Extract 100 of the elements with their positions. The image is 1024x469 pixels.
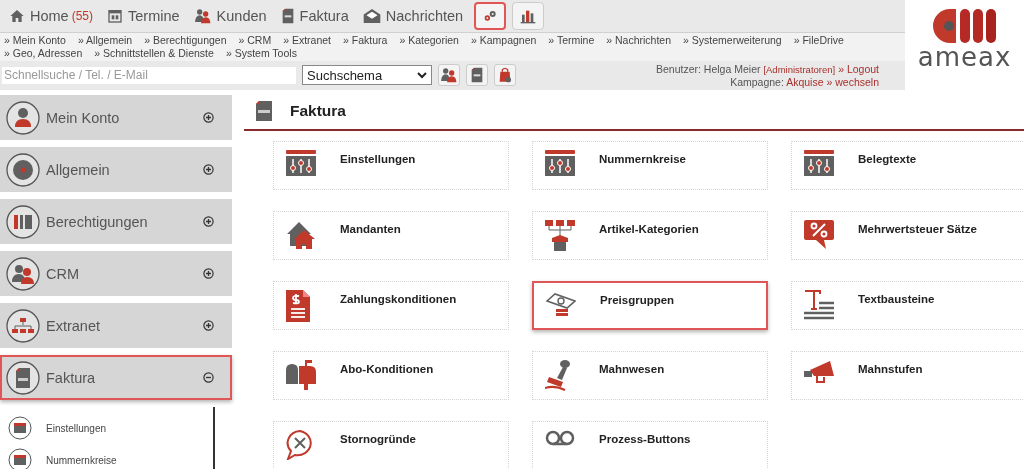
shop-button[interactable] [494, 64, 516, 86]
menu-tile[interactable]: Prozess-Buttons [532, 421, 768, 469]
collapse-icon[interactable] [203, 372, 214, 383]
nav-tab[interactable]: Nachrichten [357, 8, 469, 24]
sidebar-item[interactable]: CRM [0, 251, 232, 296]
menu-tile[interactable]: Mahnstufen [791, 351, 1024, 400]
tile-label: Stornogründe [340, 433, 417, 445]
cancel-bubble-icon [286, 430, 314, 460]
sidebar-label: Faktura [46, 369, 97, 386]
nav-link[interactable]: » Berechtigungen [144, 34, 227, 47]
tile-label: Preisgruppen [600, 294, 675, 306]
nav-link[interactable]: » Extranet [283, 34, 332, 47]
campaign-link[interactable]: Akquise [786, 75, 824, 88]
menu-tile[interactable]: Mandanten [273, 211, 509, 260]
tile-label: Abo-Konditionen [340, 363, 434, 375]
menu-tile[interactable]: Einstellungen [273, 141, 509, 190]
bar-chart-icon [520, 8, 537, 24]
menu-tile[interactable]: Mahnwesen [532, 351, 768, 400]
nav-link[interactable]: » FileDrive [793, 34, 844, 47]
nav-tab[interactable]: Kunden [188, 8, 272, 24]
money-icon [546, 291, 576, 319]
logout-link[interactable]: » Logout [838, 62, 879, 75]
sidebar-item[interactable]: Extranet [0, 303, 232, 348]
nav-link[interactable]: » Geo, Adressen [4, 47, 83, 60]
sidebar-item[interactable]: Allgemein [0, 147, 232, 192]
user-label: Benutzer: Helga Meier [656, 62, 761, 75]
nav-tab[interactable]: Faktura [275, 8, 354, 24]
nav-link[interactable]: » Allgemein [77, 34, 133, 47]
expand-icon[interactable] [203, 112, 214, 123]
scheme-dropdown[interactable]: Suchschema [302, 65, 432, 85]
nav-tab[interactable]: Termine [102, 8, 185, 24]
submenu-item[interactable]: Nummernkreise [8, 444, 213, 469]
sidebar-item[interactable]: Berechtigungen [0, 199, 232, 244]
menu-tile[interactable]: Mehrwertsteuer Sätze [791, 211, 1024, 260]
search-field[interactable]: Schnellsuche / Tel. / E-Mail [2, 66, 296, 84]
people-icon [440, 67, 458, 83]
expand-icon[interactable] [203, 268, 214, 279]
document-icon [256, 100, 272, 121]
nav-link[interactable]: » Kategorien [399, 34, 459, 47]
menu-tile[interactable]: Abo-Konditionen [273, 351, 509, 400]
nav-link[interactable]: » Kampagnen [470, 34, 537, 47]
expand-icon[interactable] [203, 320, 214, 331]
dollar-document-icon [286, 290, 310, 322]
toolbar-button[interactable] [512, 2, 545, 30]
nav-link[interactable]: » System Tools [225, 47, 297, 60]
chevron-icon [417, 71, 427, 79]
sliders-icon [804, 150, 834, 176]
menu-tile[interactable]: Preisgruppen [532, 281, 768, 330]
role-link[interactable]: [Administratoren] [763, 63, 836, 75]
sliders-icon [286, 150, 316, 176]
sidebar-item[interactable]: Faktura [0, 355, 232, 400]
bag-icon [498, 67, 512, 83]
stamp-icon [545, 360, 573, 392]
envelope-icon [362, 8, 381, 24]
nav-tab[interactable]: Home (55) [4, 8, 99, 24]
menu-tile[interactable]: Belegtexte [791, 141, 1024, 190]
submenu-item[interactable]: Einstellungen [8, 412, 213, 444]
tile-label: Artikel-Kategorien [599, 223, 699, 235]
switch-link[interactable]: » wechseln [826, 75, 879, 88]
calendar-icon [8, 416, 32, 440]
nav-link[interactable]: » Termine [548, 34, 595, 47]
menu-tile[interactable]: Zahlungskonditionen [273, 281, 509, 330]
tile-label: Belegtexte [858, 153, 917, 165]
nav-link[interactable]: » Schnittstellen & Dienste [94, 47, 214, 60]
nav-link[interactable]: » Systemerweiterung [683, 34, 782, 47]
text-lines-icon [804, 290, 834, 320]
expand-icon[interactable] [203, 216, 214, 227]
toolbar-button[interactable] [474, 2, 507, 30]
calendar-icon [107, 8, 124, 24]
gears-icon [482, 9, 499, 23]
document-icon [470, 67, 484, 83]
person-icon [6, 100, 40, 135]
tile-label: Zahlungskonditionen [340, 293, 457, 305]
nav-link[interactable]: » Mein Konto [4, 34, 66, 47]
menu-tile[interactable]: Artikel-Kategorien [532, 211, 768, 260]
document-icon [280, 8, 295, 24]
tile-label: Nummernkreise [599, 153, 686, 165]
network-icon [6, 308, 40, 343]
houses-icon [286, 220, 316, 250]
nav-link[interactable]: » Nachrichten [606, 34, 672, 47]
invoice-button[interactable] [466, 64, 488, 86]
page-title: Faktura [290, 101, 346, 120]
customers-button[interactable] [438, 64, 460, 86]
tile-label: Mahnstufen [858, 363, 923, 375]
tile-label: Mandanten [340, 223, 401, 235]
sidebar-label: Mein Konto [46, 109, 121, 126]
menu-tile[interactable]: Textbausteine [791, 281, 1024, 330]
sidebar-item[interactable]: Mein Konto [0, 95, 232, 140]
nav-link[interactable]: » CRM [238, 34, 272, 47]
logo-mark [931, 8, 998, 44]
document-icon [6, 360, 40, 395]
sidebar-label: Extranet [46, 317, 101, 334]
nav-link[interactable]: » Faktura [343, 34, 388, 47]
tile-label: Prozess-Buttons [599, 433, 691, 445]
expand-icon[interactable] [203, 164, 214, 175]
menu-tile[interactable]: Stornogründe [273, 421, 509, 469]
disc-icon [6, 152, 40, 187]
sidebar-label: Allgemein [46, 161, 111, 178]
menu-tile[interactable]: Nummernkreise [532, 141, 768, 190]
tile-label: Textbausteine [858, 293, 935, 305]
